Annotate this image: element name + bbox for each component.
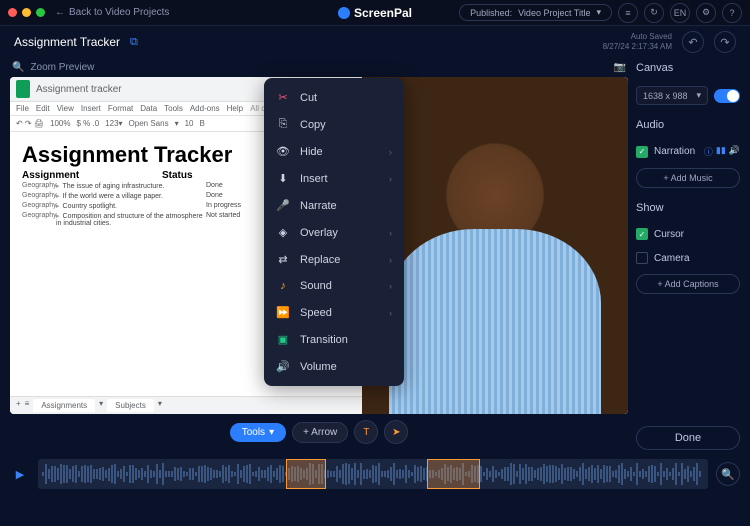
ctx-cut[interactable]: ✂Cut (264, 84, 404, 111)
publish-dropdown[interactable]: Published: Video Project Title ▾ (459, 4, 612, 21)
narration-checkbox[interactable]: ✓ (636, 146, 648, 158)
hide-icon: 👁 (276, 145, 290, 158)
camera-row[interactable]: Camera (636, 250, 740, 266)
sheets-icon (16, 80, 30, 98)
play-button[interactable]: ▶ (10, 464, 30, 484)
camera-checkbox[interactable] (636, 252, 648, 264)
ctx-replace[interactable]: ⇄Replace› (264, 246, 404, 273)
cursor-checkbox[interactable]: ✓ (636, 228, 648, 240)
sound-icon: ♪ (276, 280, 290, 292)
back-button[interactable]: ← Back to Video Projects (55, 7, 169, 18)
brand-logo: ScreenPal (338, 6, 412, 20)
volume-icon: 🔊 (276, 360, 290, 373)
close-icon[interactable] (8, 8, 17, 17)
help-icon[interactable]: ? (722, 3, 742, 23)
cut-icon: ✂ (276, 91, 290, 104)
volume-icon[interactable]: 🔊 (729, 145, 740, 158)
language-button[interactable]: EN (670, 3, 690, 23)
speed-icon: ⏩ (276, 306, 290, 319)
narration-row[interactable]: ✓ Narration ⓘ▮▮🔊 (636, 143, 740, 160)
top-bar: ← Back to Video Projects ScreenPal Publi… (0, 0, 750, 26)
tools-button[interactable]: Tools ▾ (230, 423, 286, 442)
tool-buttons: Tools ▾ + Arrow T ➤ (10, 414, 628, 450)
project-title: Assignment Tracker (14, 35, 120, 49)
undo-button[interactable]: ↶ (682, 31, 704, 53)
copy-icon: ⎘ (276, 118, 290, 131)
autosave-status: Auto Saved 8/27/24 2:17:34 AM (603, 32, 672, 51)
levels-icon[interactable]: ▮▮ (716, 145, 726, 158)
chevron-right-icon: › (389, 174, 392, 184)
add-captions-button[interactable]: + Add Captions (636, 274, 740, 294)
text-tool-button[interactable]: T (354, 420, 378, 444)
timeline-search-icon[interactable]: 🔍 (716, 462, 740, 486)
menu-icon[interactable]: ≡ (618, 3, 638, 23)
window-controls (8, 8, 45, 17)
settings-icon[interactable]: ⚙ (696, 3, 716, 23)
brand-icon (338, 7, 350, 19)
replace-icon: ⇄ (276, 253, 290, 266)
overlay-icon: ◈ (276, 226, 290, 239)
minimize-icon[interactable] (22, 8, 31, 17)
pointer-tool-button[interactable]: ➤ (384, 420, 408, 444)
add-music-button[interactable]: + Add Music (636, 168, 740, 188)
context-menu: ✂Cut ⎘Copy 👁Hide› ⬇Insert› 🎤Narrate ◈Ove… (264, 78, 404, 386)
maximize-icon[interactable] (36, 8, 45, 17)
camera-icon[interactable]: 📷 (614, 62, 626, 73)
timeline: ▶ 0s2s4s6s8s10s12s14s16s18s20s22s24s26s2… (0, 450, 750, 498)
insert-icon: ⬇ (276, 172, 290, 185)
chevron-right-icon: › (389, 308, 392, 318)
dimensions-select[interactable]: 1638 x 988▾ (636, 86, 708, 105)
ctx-narrate[interactable]: 🎤Narrate (264, 192, 404, 219)
ctx-transition[interactable]: ▣Transition (264, 326, 404, 353)
search-icon[interactable]: 🔍 (12, 62, 24, 73)
ctx-speed[interactable]: ⏩Speed› (264, 299, 404, 326)
chevron-right-icon: › (389, 228, 392, 238)
right-panel: Canvas 1638 x 988▾ Audio ✓ Narration ⓘ▮▮… (636, 58, 740, 450)
ctx-sound[interactable]: ♪Sound› (264, 273, 404, 299)
canvas-heading: Canvas (636, 62, 673, 74)
redo-button[interactable]: ↷ (714, 31, 736, 53)
done-button[interactable]: Done (636, 426, 740, 450)
zoom-preview-label: Zoom Preview (30, 62, 94, 73)
ctx-insert[interactable]: ⬇Insert› (264, 165, 404, 192)
ctx-volume[interactable]: 🔊Volume (264, 353, 404, 380)
ctx-copy[interactable]: ⎘Copy (264, 111, 404, 138)
chevron-right-icon: › (389, 281, 392, 291)
popout-icon[interactable]: ⧉ (130, 36, 138, 49)
info-icon[interactable]: ⓘ (704, 145, 713, 158)
ctx-hide[interactable]: 👁Hide› (264, 138, 404, 165)
audio-heading: Audio (636, 119, 740, 131)
chevron-right-icon: › (389, 147, 392, 157)
sub-header: Assignment Tracker ⧉ Auto Saved 8/27/24 … (0, 26, 750, 58)
history-icon[interactable]: ↻ (644, 3, 664, 23)
narrate-icon: 🎤 (276, 199, 290, 212)
show-heading: Show (636, 202, 740, 214)
ctx-overlay[interactable]: ◈Overlay› (264, 219, 404, 246)
canvas-toggle[interactable] (714, 89, 740, 103)
timeline-track[interactable]: 0s2s4s6s8s10s12s14s16s18s20s22s24s26s28s… (38, 459, 708, 489)
add-arrow-button[interactable]: + Arrow (292, 422, 348, 443)
transition-icon: ▣ (276, 333, 290, 346)
chevron-right-icon: › (389, 255, 392, 265)
cursor-row[interactable]: ✓Cursor (636, 226, 740, 242)
